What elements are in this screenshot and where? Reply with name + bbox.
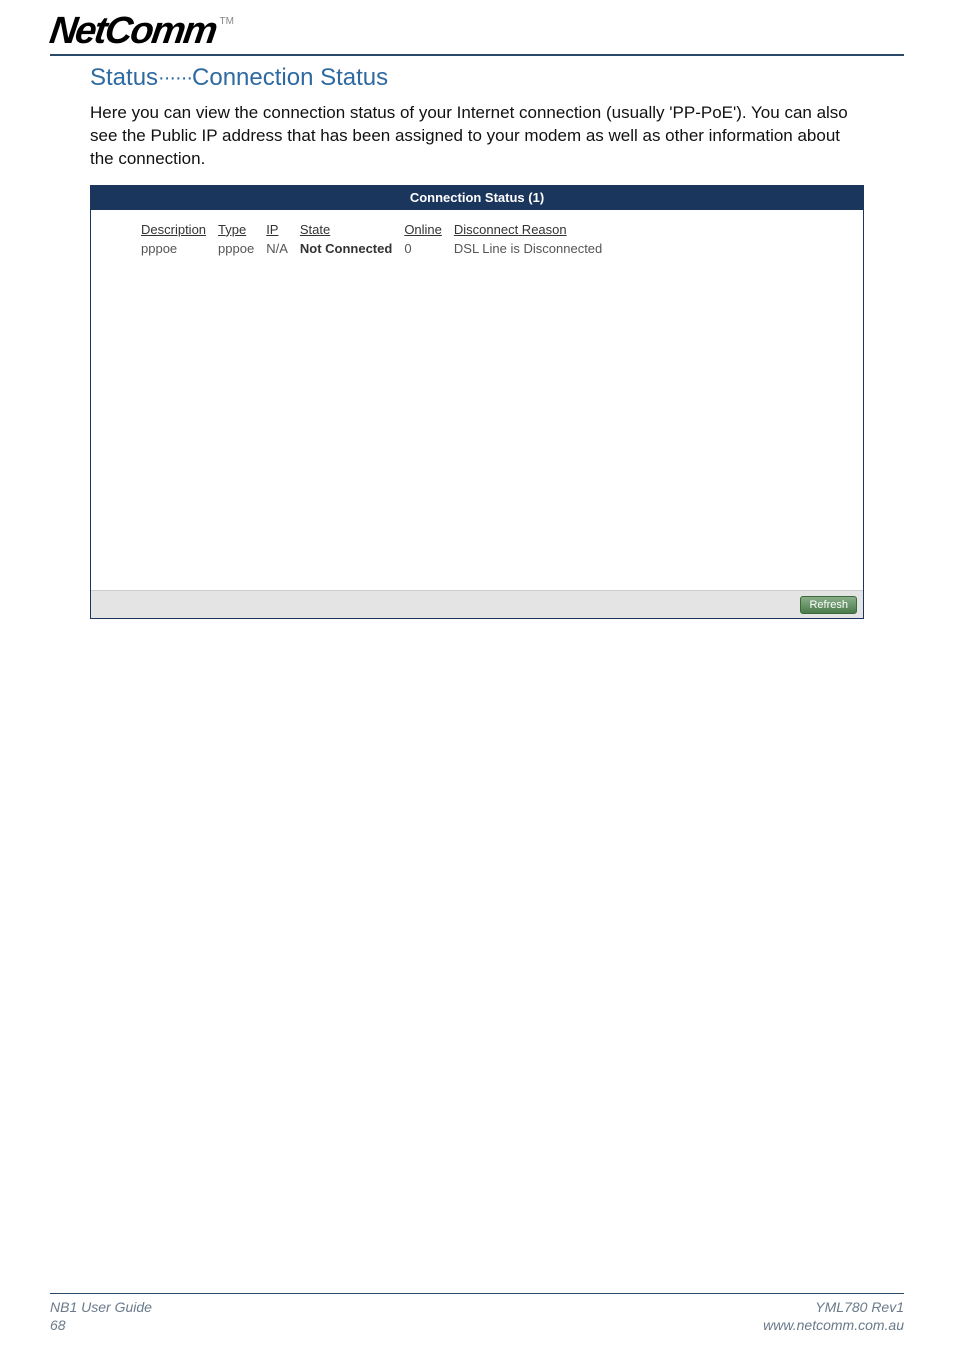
cell-description: pppoe xyxy=(141,239,218,258)
footer-url: www.netcomm.com.au xyxy=(763,1316,904,1334)
footer-guide-title: NB1 User Guide xyxy=(50,1298,152,1316)
footer-divider xyxy=(50,1293,904,1294)
col-description: Description xyxy=(141,220,218,239)
cell-type: pppoe xyxy=(218,239,266,258)
cell-online: 0 xyxy=(404,239,454,258)
header-divider xyxy=(50,54,904,56)
footer-revision: YML780 Rev1 xyxy=(763,1298,904,1316)
breadcrumb-section: Status xyxy=(90,64,158,91)
table-row: pppoe pppoe N/A Not Connected 0 DSL Line… xyxy=(141,239,614,258)
footer-right: YML780 Rev1 www.netcomm.com.au xyxy=(763,1298,904,1334)
col-reason: Disconnect Reason xyxy=(454,220,614,239)
table-header-row: Description Type IP State Online Disconn… xyxy=(141,220,614,239)
panel-body: Description Type IP State Online Disconn… xyxy=(91,210,863,590)
cell-reason: DSL Line is Disconnected xyxy=(454,239,614,258)
col-type: Type xyxy=(218,220,266,239)
col-online: Online xyxy=(404,220,454,239)
col-state: State xyxy=(300,220,404,239)
cell-state: Not Connected xyxy=(300,239,404,258)
breadcrumb: Status······Connection Status xyxy=(90,64,904,92)
refresh-button[interactable]: Refresh xyxy=(800,596,857,614)
logo: NetComm TM xyxy=(50,12,904,50)
panel-title: Connection Status (1) xyxy=(91,186,863,210)
page-footer: NB1 User Guide 68 YML780 Rev1 www.netcom… xyxy=(50,1293,904,1334)
breadcrumb-separator-icon: ······ xyxy=(158,67,192,89)
panel-footer: Refresh xyxy=(91,590,863,618)
footer-page-number: 68 xyxy=(50,1316,152,1334)
connection-status-panel: Connection Status (1) Description Type I… xyxy=(90,185,864,619)
col-ip: IP xyxy=(266,220,300,239)
intro-text: Here you can view the connection status … xyxy=(90,102,864,171)
trademark-icon: TM xyxy=(219,16,233,27)
breadcrumb-page: Connection Status xyxy=(192,64,388,91)
cell-ip: N/A xyxy=(266,239,300,258)
logo-text: NetComm xyxy=(47,12,218,50)
footer-left: NB1 User Guide 68 xyxy=(50,1298,152,1334)
connection-table: Description Type IP State Online Disconn… xyxy=(141,220,614,258)
